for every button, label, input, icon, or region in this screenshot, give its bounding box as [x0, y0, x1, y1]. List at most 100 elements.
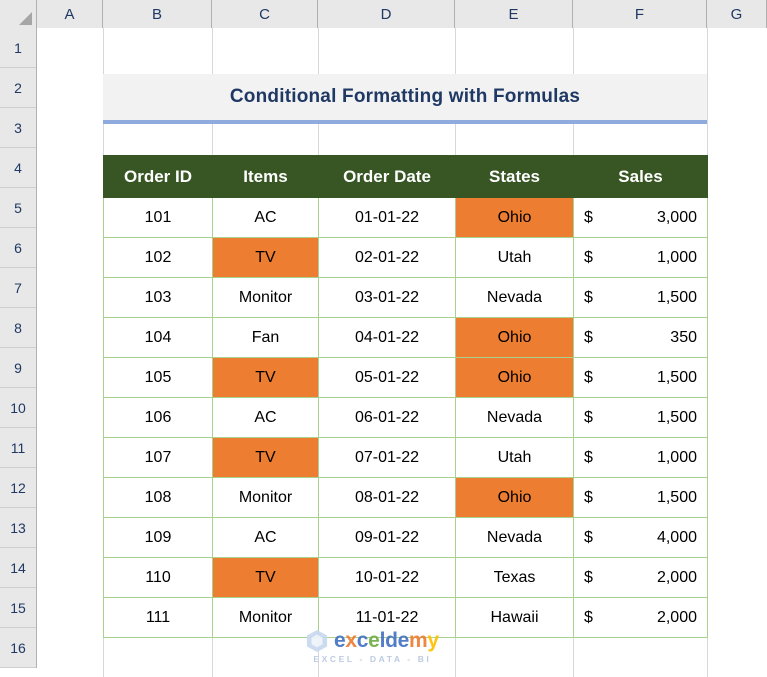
column-header-items[interactable]: Items: [212, 155, 319, 198]
table-body: 101 AC 01-01-22 Ohio $3,000 102 TV 02-01-22 Utah…: [103, 197, 708, 638]
cell-order-date[interactable]: 11-01-22: [318, 597, 456, 638]
column-header-e[interactable]: E: [455, 0, 573, 28]
cell-order-date[interactable]: 09-01-22: [318, 517, 456, 558]
sales-currency-symbol: $: [584, 368, 593, 386]
cell-order-id[interactable]: 107: [103, 437, 213, 478]
cell-order-id[interactable]: 110: [103, 557, 213, 598]
cell-state[interactable]: Texas: [455, 557, 574, 598]
column-header-g[interactable]: G: [707, 0, 767, 28]
row-header-2-label: 2: [14, 79, 22, 96]
cell-state[interactable]: Utah: [455, 237, 574, 278]
column-header-sales[interactable]: Sales: [573, 155, 708, 198]
sales-amount: 1,000: [656, 248, 697, 266]
cell-state[interactable]: Ohio: [455, 477, 574, 518]
cell-order-id[interactable]: 108: [103, 477, 213, 518]
cell-sales[interactable]: $1,500: [573, 397, 708, 438]
cell-order-date[interactable]: 04-01-22: [318, 317, 456, 358]
column-header-order-date[interactable]: Order Date: [318, 155, 456, 198]
row-header-6[interactable]: 6: [0, 228, 36, 268]
cell-order-date[interactable]: 01-01-22: [318, 197, 456, 238]
cell-item[interactable]: Monitor: [212, 277, 319, 318]
row-header-4[interactable]: 4: [0, 148, 36, 188]
cell-item[interactable]: TV: [212, 557, 319, 598]
row-header-16[interactable]: 16: [0, 628, 36, 668]
table-header-row: Order ID Items Order Date States Sales: [103, 155, 708, 198]
column-header-c[interactable]: C: [212, 0, 318, 28]
sales-amount: 1,000: [656, 448, 697, 466]
cell-sales[interactable]: $3,000: [573, 197, 708, 238]
cell-state[interactable]: Nevada: [455, 517, 574, 558]
column-header-c-label: C: [259, 5, 270, 23]
cell-state[interactable]: Utah: [455, 437, 574, 478]
cell-order-date[interactable]: 03-01-22: [318, 277, 456, 318]
cell-sales[interactable]: $350: [573, 317, 708, 358]
cell-item[interactable]: AC: [212, 397, 319, 438]
cell-sales[interactable]: $1,000: [573, 437, 708, 478]
cell-order-id[interactable]: 109: [103, 517, 213, 558]
row-header-15[interactable]: 15: [0, 588, 36, 628]
cell-state[interactable]: Ohio: [455, 197, 574, 238]
cell-order-id[interactable]: 104: [103, 317, 213, 358]
cell-sales[interactable]: $1,500: [573, 277, 708, 318]
cell-order-id[interactable]: 111: [103, 597, 213, 638]
cell-order-id[interactable]: 103: [103, 277, 213, 318]
cell-order-date[interactable]: 07-01-22: [318, 437, 456, 478]
select-all-button[interactable]: [0, 0, 37, 28]
cell-order-date[interactable]: 08-01-22: [318, 477, 456, 518]
column-header-states[interactable]: States: [455, 155, 574, 198]
cell-item[interactable]: TV: [212, 237, 319, 278]
cell-sales[interactable]: $2,000: [573, 597, 708, 638]
cell-order-id[interactable]: 105: [103, 357, 213, 398]
column-header-f[interactable]: F: [573, 0, 707, 28]
cell-order-date[interactable]: 05-01-22: [318, 357, 456, 398]
cell-item[interactable]: AC: [212, 197, 319, 238]
row-header-11[interactable]: 11: [0, 428, 36, 468]
cell-state[interactable]: Ohio: [455, 317, 574, 358]
cell-order-id[interactable]: 101: [103, 197, 213, 238]
cell-state[interactable]: Nevada: [455, 397, 574, 438]
cell-sales[interactable]: $1,000: [573, 237, 708, 278]
cell-state[interactable]: Hawaii: [455, 597, 574, 638]
row-header-14[interactable]: 14: [0, 548, 36, 588]
cell-item[interactable]: AC: [212, 517, 319, 558]
row-header-12[interactable]: 12: [0, 468, 36, 508]
cell-sales[interactable]: $1,500: [573, 477, 708, 518]
row-header-9-label: 9: [14, 359, 22, 376]
cell-order-date[interactable]: 06-01-22: [318, 397, 456, 438]
column-header-a[interactable]: A: [37, 0, 103, 28]
sales-currency-symbol: $: [584, 408, 593, 426]
row-header-3[interactable]: 3: [0, 108, 36, 148]
cell-item[interactable]: TV: [212, 357, 319, 398]
sales-amount: 350: [670, 328, 697, 346]
excel-worksheet: A B C D E F G 1 2 3 4 5 6 7 8 9 10 11 12…: [0, 0, 767, 677]
cell-state[interactable]: Nevada: [455, 277, 574, 318]
column-header-g-label: G: [730, 5, 743, 23]
row-header-9[interactable]: 9: [0, 348, 36, 388]
row-header-8[interactable]: 8: [0, 308, 36, 348]
cell-item[interactable]: TV: [212, 437, 319, 478]
cell-order-id[interactable]: 102: [103, 237, 213, 278]
cell-sales[interactable]: $2,000: [573, 557, 708, 598]
column-header-order-id[interactable]: Order ID: [103, 155, 213, 198]
row-header-5[interactable]: 5: [0, 188, 36, 228]
cell-order-date[interactable]: 02-01-22: [318, 237, 456, 278]
cell-sales[interactable]: $1,500: [573, 357, 708, 398]
sales-data-table: Order ID Items Order Date States Sales 1…: [103, 155, 708, 638]
cell-item[interactable]: Fan: [212, 317, 319, 358]
sales-currency-symbol: $: [584, 568, 593, 586]
row-header-7[interactable]: 7: [0, 268, 36, 308]
cell-sales[interactable]: $4,000: [573, 517, 708, 558]
cell-order-date[interactable]: 10-01-22: [318, 557, 456, 598]
row-header-1[interactable]: 1: [0, 28, 36, 68]
sales-amount: 1,500: [656, 368, 697, 386]
column-header-b[interactable]: B: [103, 0, 212, 28]
cell-state[interactable]: Ohio: [455, 357, 574, 398]
row-header-2[interactable]: 2: [0, 68, 36, 108]
column-header-d[interactable]: D: [318, 0, 455, 28]
sales-currency-symbol: $: [584, 488, 593, 506]
cell-item[interactable]: Monitor: [212, 597, 319, 638]
cell-item[interactable]: Monitor: [212, 477, 319, 518]
cell-order-id[interactable]: 106: [103, 397, 213, 438]
row-header-10[interactable]: 10: [0, 388, 36, 428]
row-header-13[interactable]: 13: [0, 508, 36, 548]
